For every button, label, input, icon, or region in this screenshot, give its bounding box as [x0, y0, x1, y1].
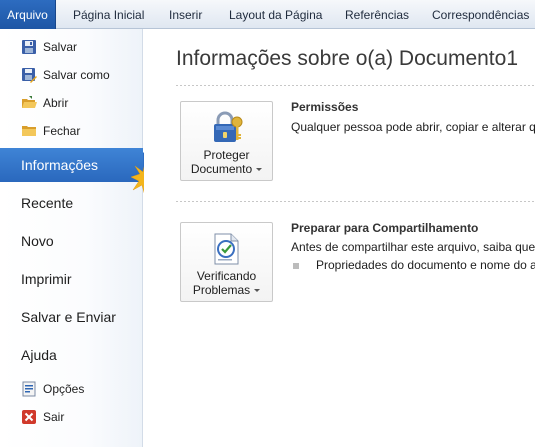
tab-arquivo[interactable]: Arquivo	[0, 0, 56, 29]
nav-item-salvar[interactable]: Salvar	[0, 35, 143, 59]
nav-item-label: Salvar como	[43, 68, 110, 82]
nav-item-label: Novo	[21, 233, 54, 249]
bullet-item: Propriedades do documento e nome do a	[316, 258, 535, 272]
nav-item-label: Recente	[21, 195, 74, 211]
nav-item-informacoes[interactable]: Informações	[0, 148, 155, 182]
info-panel: Informações sobre o(a) Documento1 Proteg…	[144, 29, 535, 447]
lock-keys-icon	[214, 111, 243, 142]
nav-item-label: Salvar e Enviar	[21, 309, 116, 325]
nav-item-salvar-e-enviar[interactable]: Salvar e Enviar	[0, 300, 143, 334]
dropdown-caret-icon	[256, 168, 263, 172]
check-issues-button[interactable]: Verificando Problemas	[180, 222, 273, 302]
protect-document-label-line1: Proteger	[203, 148, 250, 162]
bullet-marker	[293, 263, 299, 269]
check-issues-label-line2: Problemas	[181, 283, 272, 297]
tab-correspondencias[interactable]: Correspondências	[432, 0, 529, 29]
nav-item-fechar[interactable]: Fechar	[0, 119, 143, 143]
protect-document-button[interactable]: Proteger Documento	[180, 101, 273, 181]
nav-item-imprimir[interactable]: Imprimir	[0, 262, 143, 296]
tab-layout-da-pagina[interactable]: Layout da Página	[229, 0, 322, 29]
nav-item-abrir[interactable]: Abrir	[0, 91, 143, 115]
check-issues-label-text: Problemas	[192, 283, 251, 297]
nav-item-salvar-como[interactable]: Salvar como	[0, 63, 143, 87]
exit-icon	[22, 410, 36, 424]
open-folder-icon	[22, 96, 37, 108]
dropdown-caret-icon	[254, 289, 261, 293]
permissions-description: Qualquer pessoa pode abrir, copiar e alt…	[291, 120, 535, 134]
nav-item-label: Abrir	[43, 96, 69, 110]
document-check-icon	[214, 233, 239, 265]
nav-item-label: Informações	[21, 157, 99, 173]
backstage-nav: Salvar Salvar como Abrir Fechar Informaç…	[0, 29, 155, 447]
ribbon-tab-bar: Arquivo Página Inicial Inserir Layout da…	[0, 0, 535, 29]
tab-referencias[interactable]: Referências	[345, 0, 409, 29]
nav-item-label: Sair	[43, 410, 65, 424]
nav-item-recente[interactable]: Recente	[0, 186, 143, 220]
nav-item-label: Fechar	[43, 124, 81, 138]
prepare-sharing-description: Antes de compartilhar este arquivo, saib…	[291, 240, 535, 254]
nav-item-ajuda[interactable]: Ajuda	[0, 338, 143, 372]
page-title: Informações sobre o(a) Documento1	[176, 47, 518, 70]
permissions-title: Permissões	[291, 100, 359, 114]
nav-item-novo[interactable]: Novo	[0, 224, 143, 258]
section-divider	[176, 201, 535, 202]
options-icon	[22, 381, 36, 397]
nav-item-label: Salvar	[43, 40, 78, 54]
check-issues-label-line1: Verificando	[196, 269, 257, 283]
prepare-sharing-title: Preparar para Compartilhamento	[291, 221, 479, 235]
save-icon	[22, 40, 36, 54]
tab-pagina-inicial[interactable]: Página Inicial	[73, 0, 144, 29]
nav-item-opcoes[interactable]: Opções	[0, 377, 143, 401]
tab-inserir[interactable]: Inserir	[169, 0, 202, 29]
close-folder-icon	[22, 126, 36, 136]
protect-document-label-text: Documento	[190, 162, 253, 176]
nav-item-label: Ajuda	[21, 347, 57, 363]
section-divider	[176, 85, 535, 86]
nav-item-label: Imprimir	[21, 271, 72, 287]
nav-item-label: Opções	[43, 382, 85, 396]
save-as-icon	[22, 68, 37, 83]
nav-item-sair[interactable]: Sair	[0, 405, 143, 429]
protect-document-label-line2: Documento	[181, 162, 272, 176]
